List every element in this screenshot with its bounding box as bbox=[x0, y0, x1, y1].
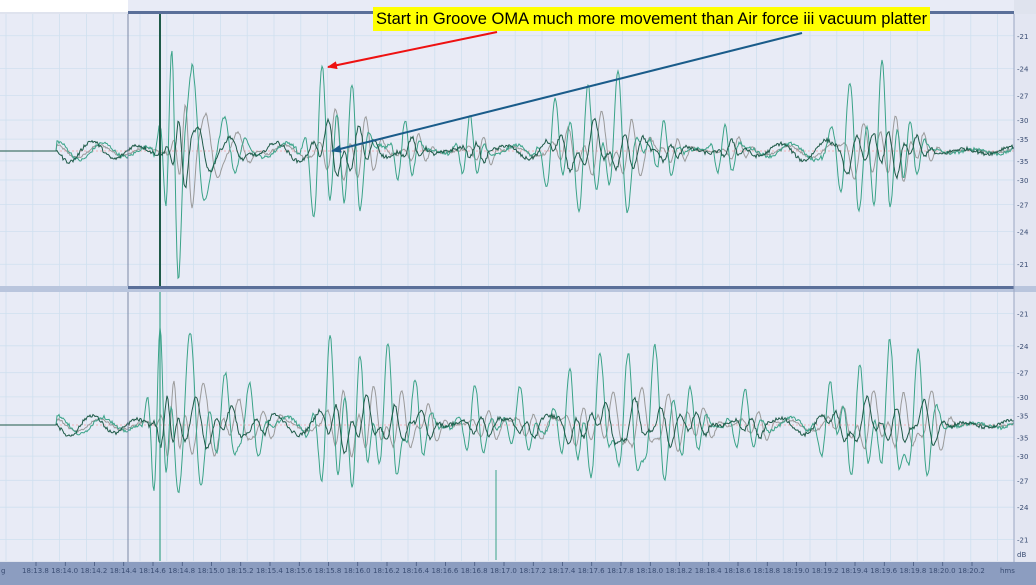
db-tick-label: -30 bbox=[1017, 177, 1028, 185]
db-tick-label: -21 bbox=[1017, 261, 1028, 269]
db-ruler-upper bbox=[1014, 14, 1036, 286]
time-tick-label: 18:15.0 bbox=[198, 567, 225, 575]
time-tick-label: 18:17.4 bbox=[549, 567, 576, 575]
waveform-editor: -21 -24 -27 -30 -35 -35 -30 -27 -24 -21 -21 -24 -27 -… bbox=[0, 0, 1036, 585]
time-tick-label: 18:15.6 bbox=[285, 567, 312, 575]
time-tick-label: 18:16.0 bbox=[344, 567, 371, 575]
db-tick-label: -30 bbox=[1017, 453, 1028, 461]
db-tick-label: -35 bbox=[1017, 158, 1028, 166]
time-tick-label: 18:18.6 bbox=[724, 567, 751, 575]
time-tick-label: 18:19.4 bbox=[841, 567, 868, 575]
time-tick-label: 18:15.4 bbox=[256, 567, 283, 575]
db-tick-label: -27 bbox=[1017, 93, 1028, 101]
db-tick-label: -24 bbox=[1017, 504, 1029, 512]
time-tick-label: 18:16.4 bbox=[402, 567, 429, 575]
time-tick-label: 18:14.6 bbox=[139, 567, 166, 575]
db-unit-label: dB bbox=[1017, 551, 1026, 559]
db-tick-label: -27 bbox=[1017, 370, 1028, 378]
db-tick-label: -30 bbox=[1017, 117, 1028, 125]
time-tick-label: 18:17.8 bbox=[607, 567, 634, 575]
time-tick-label: 18:18.2 bbox=[666, 567, 693, 575]
annotation-callout: Start in Groove OMA much more movement t… bbox=[373, 7, 931, 31]
time-tick-label: 18:15.2 bbox=[227, 567, 254, 575]
db-tick-label: -35 bbox=[1017, 136, 1028, 144]
db-ruler-lower bbox=[1014, 292, 1036, 561]
time-tick-label: 18:14.0 bbox=[51, 567, 78, 575]
time-tick-label: 18:14.8 bbox=[168, 567, 195, 575]
db-tick-label: -35 bbox=[1017, 413, 1028, 421]
db-tick-label: -21 bbox=[1017, 536, 1028, 544]
time-tick-label: 18:16.6 bbox=[432, 567, 459, 575]
time-tick-label: 18:17.0 bbox=[490, 567, 517, 575]
time-tick-label: 18:13.8 bbox=[22, 567, 49, 575]
time-tick-label: 18:20.0 bbox=[929, 567, 956, 575]
time-tick-label: 18:19.0 bbox=[783, 567, 810, 575]
time-unit-label: hms bbox=[1000, 567, 1015, 575]
time-tick-label: 18:19.8 bbox=[900, 567, 927, 575]
db-tick-label: -35 bbox=[1017, 434, 1028, 442]
time-tick-label: 18:18.0 bbox=[636, 567, 663, 575]
time-tick-label: 18:19.2 bbox=[812, 567, 839, 575]
db-tick-label: -21 bbox=[1017, 311, 1028, 319]
time-tick-label: 18:14.4 bbox=[110, 567, 137, 575]
time-tick-label: 18:18.4 bbox=[695, 567, 722, 575]
time-tick-label: 18:15.8 bbox=[315, 567, 342, 575]
db-tick-label: -30 bbox=[1017, 394, 1028, 402]
time-tick-label: 18:16.8 bbox=[461, 567, 488, 575]
db-tick-label: -24 bbox=[1017, 229, 1029, 237]
db-tick-label: -21 bbox=[1017, 33, 1028, 41]
waveform-view: -21 -24 -27 -30 -35 -35 -30 -27 -24 -21 -21 -24 -27 -… bbox=[0, 0, 1036, 585]
db-tick-label: -24 bbox=[1017, 65, 1029, 73]
time-tick-label: 18:17.2 bbox=[519, 567, 546, 575]
time-tick-label: 18:20.2 bbox=[958, 567, 985, 575]
db-tick-label: -27 bbox=[1017, 201, 1028, 209]
time-tick-label: 18:14.2 bbox=[81, 567, 108, 575]
channel-divider[interactable] bbox=[128, 286, 1014, 289]
time-tick-label: 18:17.6 bbox=[578, 567, 605, 575]
db-tick-label: -27 bbox=[1017, 477, 1028, 485]
time-tick-label: 18:19.6 bbox=[870, 567, 897, 575]
db-tick-label: -24 bbox=[1017, 343, 1029, 351]
time-edge-label: g bbox=[1, 567, 5, 575]
time-tick-label: 18:18.8 bbox=[753, 567, 780, 575]
time-tick-label: 18:16.2 bbox=[373, 567, 400, 575]
